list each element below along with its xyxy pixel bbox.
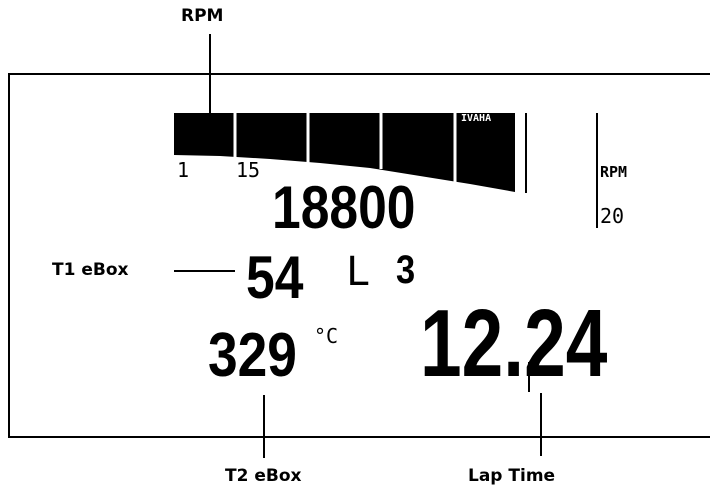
rpm-bar-graph <box>174 113 598 392</box>
side-rpm-label: RPM <box>600 163 628 181</box>
lap-number: 3 <box>396 248 416 292</box>
rpm-readout: 18800 <box>272 174 416 241</box>
t2-ebox-unit: °C <box>314 324 339 348</box>
rpm-bar-start-label: 1 <box>177 158 190 182</box>
gear-indicator: L <box>346 249 371 295</box>
lap-time-readout: 12.24 <box>420 290 608 397</box>
rpm-bar-15-label: 15 <box>236 158 261 182</box>
t1-ebox-readout: 54 <box>246 244 304 311</box>
rpm-bar-corner-text: IVAHA <box>461 113 492 124</box>
side-rpm-value: 20 <box>600 204 625 228</box>
t2-ebox-readout: 329 <box>208 321 297 390</box>
